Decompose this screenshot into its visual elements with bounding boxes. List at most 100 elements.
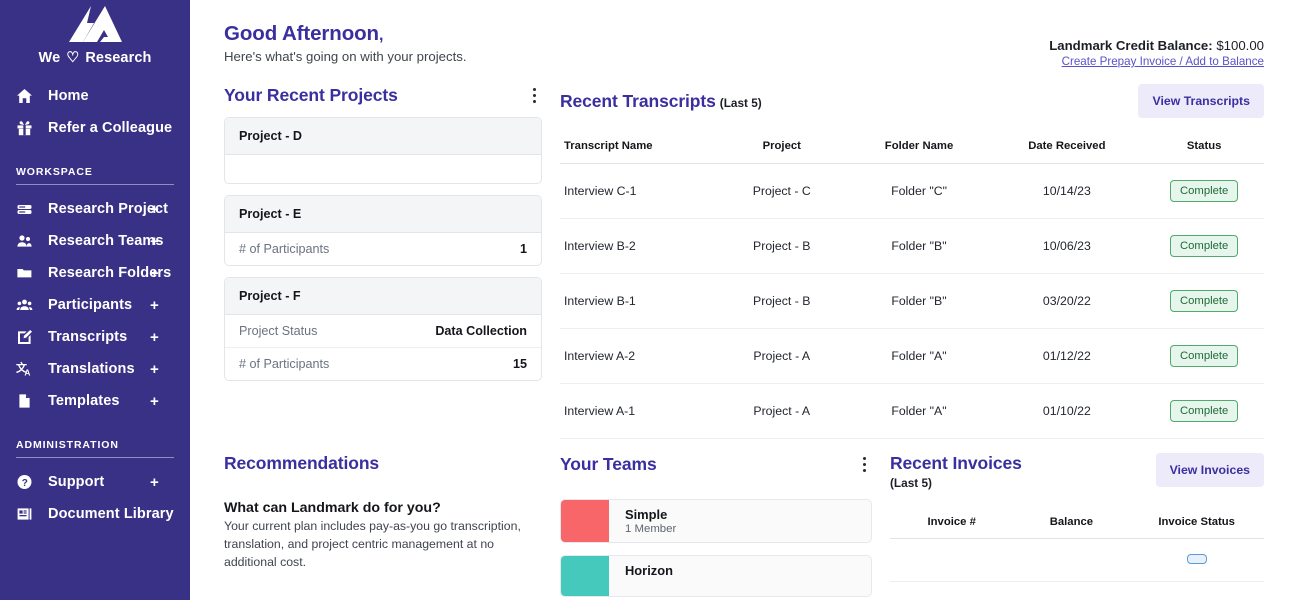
add-support-ticket-button[interactable]: +	[150, 475, 159, 490]
library-icon	[16, 505, 38, 523]
credit-balance-line: Landmark Credit Balance: $100.00	[1049, 38, 1264, 53]
top-row: Your Recent Projects Project - D Project…	[224, 84, 1264, 439]
participants-icon	[16, 296, 38, 314]
recent-invoices-subtitle: (Last 5)	[890, 476, 932, 490]
cell-transcript-name: Interview A-2	[560, 328, 715, 384]
team-list-item[interactable]: Simple 1 Member	[560, 499, 872, 543]
table-row[interactable]: Interview B-2 Project - B Folder "B" 10/…	[560, 218, 1264, 274]
status-badge	[1186, 554, 1207, 564]
your-teams-header: Your Teams	[560, 453, 872, 475]
add-translation-button[interactable]: +	[150, 362, 159, 377]
recommendations-section: Recommendations What can Landmark do for…	[224, 453, 542, 597]
column-header-invoice-status: Invoice Status	[1129, 512, 1264, 539]
database-icon	[16, 200, 38, 218]
project-card-row: # of Participants 1	[225, 233, 541, 265]
sidebar-item-label: Home	[48, 88, 89, 104]
gift-icon	[16, 119, 38, 137]
project-card[interactable]: Project - E # of Participants 1	[224, 195, 542, 266]
team-color-swatch	[561, 500, 609, 542]
sidebar-item-support[interactable]: ? Support +	[0, 466, 190, 498]
document-icon	[16, 392, 38, 410]
project-card-body-empty	[225, 155, 541, 183]
table-row[interactable]: Interview C-1 Project - C Folder "C" 10/…	[560, 163, 1264, 219]
sidebar-item-home[interactable]: Home	[0, 80, 190, 112]
recent-transcripts-title: Recent Transcripts	[560, 90, 716, 111]
project-row-key: # of Participants	[239, 242, 330, 256]
add-research-team-button[interactable]: +	[150, 234, 159, 249]
view-invoices-button[interactable]: View Invoices	[1155, 453, 1264, 487]
sidebar-item-label: Refer a Colleague	[48, 120, 173, 136]
table-row[interactable]: Interview B-1 Project - B Folder "B" 03/…	[560, 273, 1264, 329]
team-meta: Horizon	[609, 556, 673, 596]
add-research-folder-button[interactable]: +	[150, 266, 159, 281]
sidebar-item-refer-a-colleague[interactable]: Refer a Colleague	[0, 112, 190, 144]
cell-date: 10/06/23	[989, 218, 1145, 274]
add-participant-button[interactable]: +	[150, 298, 159, 313]
table-header-row: Invoice # Balance Invoice Status	[890, 512, 1264, 539]
sidebar-item-label: Transcripts	[48, 329, 128, 345]
recent-transcripts-subtitle: (Last 5)	[719, 95, 762, 110]
project-card-row: # of Participants 15	[225, 347, 541, 380]
cell-status: Complete	[1144, 383, 1264, 439]
cell-status: Complete	[1144, 328, 1264, 384]
cell-project: Project - C	[714, 163, 849, 219]
sidebar-item-templates[interactable]: Templates +	[0, 385, 190, 417]
sidebar-item-document-library[interactable]: Document Library	[0, 498, 190, 530]
project-card[interactable]: Project - F Project Status Data Collecti…	[224, 277, 542, 381]
column-header-balance: Balance	[1013, 512, 1130, 539]
sidebar-item-research-folders[interactable]: Research Folders +	[0, 257, 190, 289]
brand-tagline: We ♡ Research	[0, 50, 190, 80]
cell-folder: Folder "B"	[848, 218, 990, 274]
sidebar-item-research-teams[interactable]: Research Teams +	[0, 225, 190, 257]
greeting-text: Good Afternoon	[224, 22, 379, 45]
sidebar-item-label: Translations	[48, 361, 135, 377]
greeting-subtitle: Here's what's going on with your project…	[224, 49, 467, 64]
folder-icon	[16, 264, 38, 282]
dashboard-page: We ♡ Research Home Refer a Colleague WOR…	[0, 0, 1300, 600]
cell-invoice-number	[890, 538, 1014, 582]
add-template-button[interactable]: +	[150, 394, 159, 409]
team-list-item[interactable]: Horizon	[560, 555, 872, 597]
recent-projects-title: Your Recent Projects	[224, 84, 398, 105]
kebab-menu-icon[interactable]	[856, 453, 872, 475]
cell-invoice-balance	[1013, 538, 1130, 582]
table-row[interactable]: Interview A-1 Project - A Folder "A" 01/…	[560, 383, 1264, 439]
table-row[interactable]	[890, 538, 1264, 582]
add-research-project-button[interactable]: +	[150, 202, 159, 217]
heart-icon: ♡	[66, 49, 80, 66]
team-color-swatch	[561, 556, 609, 596]
recent-invoices-title: Recent Invoices	[890, 453, 1022, 473]
cell-folder: Folder "A"	[848, 328, 990, 384]
sidebar-item-transcripts[interactable]: Transcripts +	[0, 321, 190, 353]
sidebar-item-participants[interactable]: Participants +	[0, 289, 190, 321]
add-transcript-button[interactable]: +	[150, 330, 159, 345]
view-transcripts-button[interactable]: View Transcripts	[1138, 84, 1264, 118]
team-name: Horizon	[625, 563, 673, 578]
recent-invoices-title-group: Recent Invoices (Last 5)	[890, 453, 1022, 490]
sidebar-item-research-project[interactable]: Research Project +	[0, 193, 190, 225]
greeting-comma: ,	[378, 27, 384, 44]
workspace-header: WORKSPACE	[16, 166, 93, 178]
logo-container[interactable]	[0, 0, 190, 50]
cell-status: Complete	[1144, 218, 1264, 274]
recent-transcripts-title-group: Recent Transcripts (Last 5)	[560, 91, 762, 112]
project-card[interactable]: Project - D	[224, 117, 542, 184]
sidebar-item-translations[interactable]: 文 A Translations +	[0, 353, 190, 385]
landmark-logo-icon	[69, 6, 122, 42]
cell-project: Project - B	[714, 218, 849, 274]
column-header-date-received: Date Received	[989, 134, 1145, 164]
recent-invoices-section: Recent Invoices (Last 5) View Invoices I…	[872, 453, 1264, 597]
kebab-menu-icon[interactable]	[526, 84, 542, 106]
cell-folder: Folder "C"	[848, 163, 990, 219]
sidebar-item-label: Research Teams	[48, 233, 164, 249]
team-member-count: 1 Member	[625, 523, 677, 535]
column-header-folder-name: Folder Name	[848, 134, 990, 164]
sidebar-item-label: Document Library	[48, 506, 174, 522]
cell-date: 10/14/23	[989, 163, 1145, 219]
create-prepay-invoice-link[interactable]: Create Prepay Invoice / Add to Balance	[1049, 55, 1264, 68]
table-row[interactable]: Interview A-2 Project - A Folder "A" 01/…	[560, 328, 1264, 384]
your-teams-section: Your Teams Simple 1 Member Horizon	[542, 453, 872, 597]
cell-date: 03/20/22	[989, 273, 1145, 329]
credit-balance-block: Landmark Credit Balance: $100.00 Create …	[1049, 22, 1264, 68]
column-header-project: Project	[714, 134, 849, 164]
